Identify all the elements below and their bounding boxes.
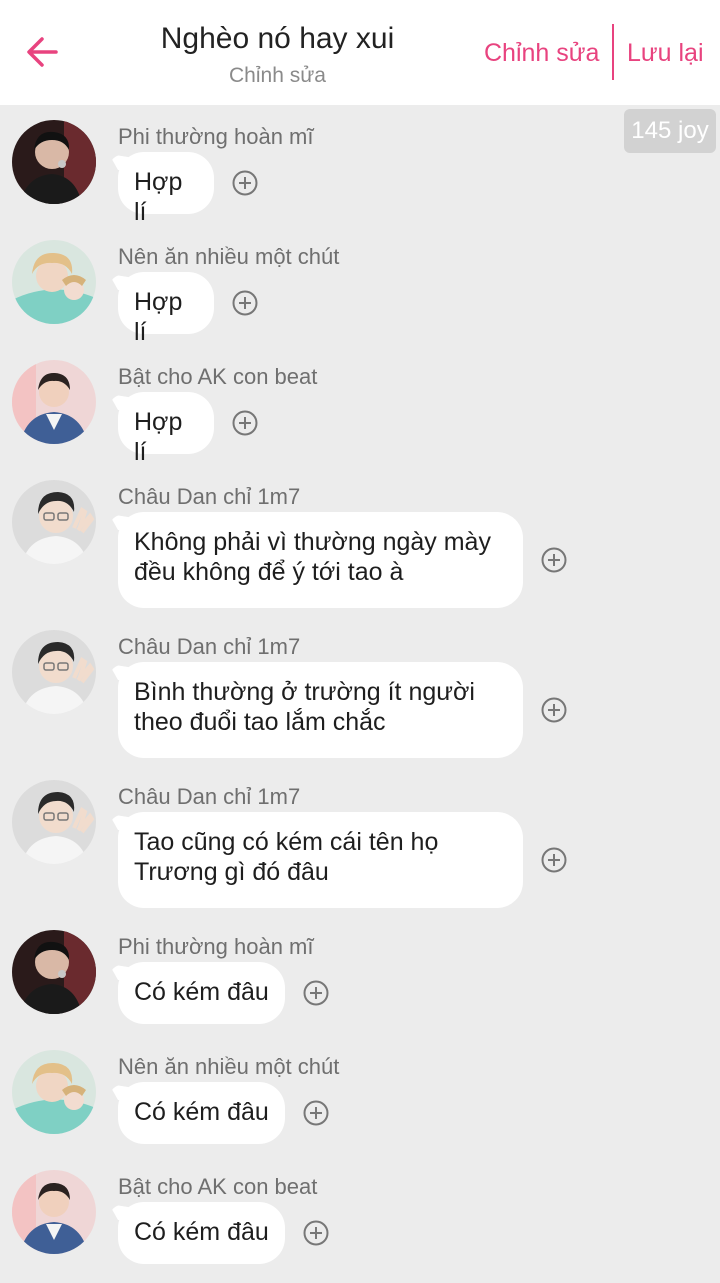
add-reaction-button[interactable] xyxy=(540,696,568,724)
add-reaction-button[interactable] xyxy=(540,846,568,874)
avatar[interactable] xyxy=(12,120,96,204)
avatar[interactable] xyxy=(12,480,96,564)
header-divider xyxy=(612,24,614,80)
save-button[interactable]: Lưu lại xyxy=(627,36,704,70)
plus-circle-icon xyxy=(303,1220,329,1246)
add-reaction-button[interactable] xyxy=(231,169,259,197)
add-reaction-button[interactable] xyxy=(302,1219,330,1247)
avatar[interactable] xyxy=(12,630,96,714)
avatar[interactable] xyxy=(12,240,96,324)
avatar[interactable] xyxy=(12,780,96,864)
message-bubble[interactable]: Có kém đâu xyxy=(118,1082,285,1144)
message-bubble[interactable]: Hợp lí xyxy=(118,272,214,346)
sender-name: Phi thường hoàn mĩ xyxy=(118,124,314,149)
avatar[interactable] xyxy=(12,1050,96,1134)
plus-circle-icon xyxy=(232,170,258,196)
message-bubble[interactable]: Bình thường ở trường ít người theo đuổi … xyxy=(118,662,523,758)
message-bubble[interactable]: Hợp lí xyxy=(118,152,214,226)
plus-circle-icon xyxy=(303,1100,329,1126)
sender-name: Châu Dan chỉ 1m7 xyxy=(118,634,301,659)
sender-name: Châu Dan chỉ 1m7 xyxy=(118,484,301,509)
sender-name: Nên ăn nhiều một chút xyxy=(118,1054,340,1079)
back-button[interactable] xyxy=(22,30,62,74)
plus-circle-icon xyxy=(303,980,329,1006)
message-bubble[interactable]: Hợp lí xyxy=(118,392,214,466)
title-area: Nghèo nó hay xui Chỉnh sửa xyxy=(120,20,435,92)
plus-circle-icon xyxy=(541,547,567,573)
sender-name: Phi thường hoàn mĩ xyxy=(118,934,314,959)
plus-circle-icon xyxy=(232,290,258,316)
page-subtitle: Chỉnh sửa xyxy=(229,64,326,87)
sender-name: Bật cho AK con beat xyxy=(118,1174,318,1199)
sender-name: Châu Dan chỉ 1m7 xyxy=(118,784,301,809)
add-reaction-button[interactable] xyxy=(231,289,259,317)
joy-count-badge: 145 joy xyxy=(624,109,716,153)
sender-name: Nên ăn nhiều một chút xyxy=(118,244,340,269)
message-bubble[interactable]: Không phải vì thường ngày mày đều không … xyxy=(118,512,523,608)
header-bar: Nghèo nó hay xui Chỉnh sửa Chỉnh sửa Lưu… xyxy=(0,0,720,105)
plus-circle-icon xyxy=(541,847,567,873)
plus-circle-icon xyxy=(232,410,258,436)
add-reaction-button[interactable] xyxy=(540,546,568,574)
add-reaction-button[interactable] xyxy=(302,1099,330,1127)
plus-circle-icon xyxy=(541,697,567,723)
avatar[interactable] xyxy=(12,1170,96,1254)
add-reaction-button[interactable] xyxy=(302,979,330,1007)
arrow-left-icon xyxy=(27,37,58,67)
add-reaction-button[interactable] xyxy=(231,409,259,437)
sender-name: Bật cho AK con beat xyxy=(118,364,318,389)
message-bubble[interactable]: Có kém đâu xyxy=(118,1202,285,1264)
edit-button[interactable]: Chỉnh sửa xyxy=(484,36,599,70)
avatar[interactable] xyxy=(12,930,96,1014)
message-bubble[interactable]: Tao cũng có kém cái tên họ Trương gì đó … xyxy=(118,812,523,908)
page-title: Nghèo nó hay xui xyxy=(160,22,395,55)
avatar[interactable] xyxy=(12,360,96,444)
message-bubble[interactable]: Có kém đâu xyxy=(118,962,285,1024)
